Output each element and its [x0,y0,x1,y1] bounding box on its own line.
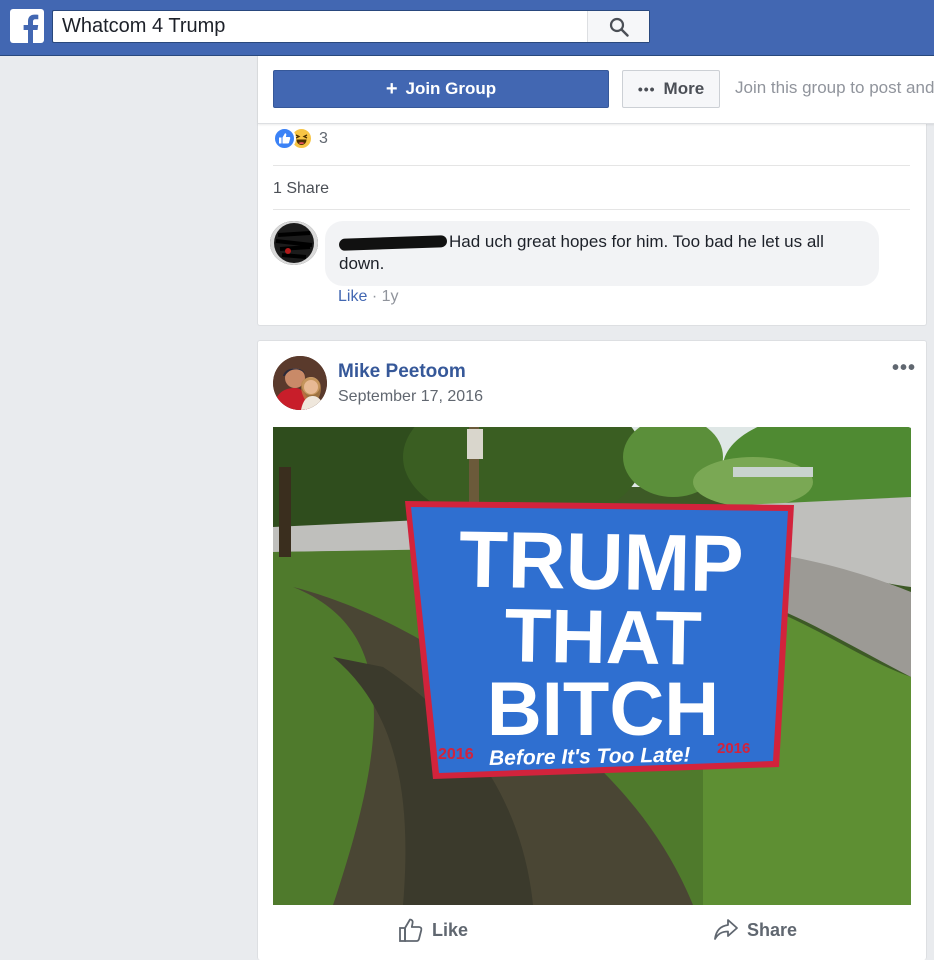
post-menu-icon[interactable]: ••• [892,357,916,380]
comment-meta: Like · 1y [338,288,399,306]
sign-year-right: 2016 [717,740,750,757]
comment-like-link[interactable]: Like [338,288,367,305]
divider [273,165,910,166]
comment-time[interactable]: 1y [382,288,399,305]
join-hint-text: Join this group to post and [735,78,934,97]
search-box[interactable]: Whatcom 4 Trump [52,10,650,43]
post-action-bar: Like Share [258,909,928,953]
commenter-avatar[interactable] [270,221,318,265]
more-dots-icon: ••• [637,81,656,97]
post-author-name[interactable]: Mike Peetoom [338,361,466,383]
share-count-link[interactable]: 1 Share [273,180,329,198]
share-arrow-icon [714,919,738,940]
more-button[interactable]: ••• More [622,70,720,108]
sign-year-left: 2016 [438,746,474,763]
previous-post-card: + Join Group ••• More Join this group to… [257,56,934,326]
thumbs-up-icon [399,918,423,942]
share-button[interactable]: Share [713,917,797,943]
more-label: More [663,79,705,98]
plus-icon: + [385,78,398,100]
top-navigation-bar: Whatcom 4 Trump [0,0,934,56]
like-reaction-icon [273,127,296,150]
join-group-label: Join Group [405,79,497,98]
author-avatar[interactable] [273,356,327,410]
facebook-logo-icon[interactable] [10,9,44,43]
meta-separator: · [371,288,378,305]
post-date[interactable]: September 17, 2016 [338,388,483,406]
search-icon [609,17,629,37]
reaction-count: 3 [319,129,328,147]
group-action-bar: + Join Group ••• More Join this group to… [258,56,934,124]
reactions-summary[interactable]: 3 [273,127,328,150]
like-button[interactable]: Like [398,917,468,943]
sign-line-3: BITCH [487,667,719,752]
join-group-button[interactable]: + Join Group [273,70,609,108]
search-button[interactable] [587,11,649,42]
post-photo[interactable]: TRUMP THAT BITCH 2016 Before It's Too La… [273,427,911,905]
like-label: Like [432,919,469,940]
yard-sign: TRUMP THAT BITCH 2016 Before It's Too La… [405,501,794,779]
search-input[interactable]: Whatcom 4 Trump [53,15,587,38]
share-label: Share [747,919,798,940]
sign-tagline: Before It's Too Late! [489,743,691,770]
redacted-name [338,234,448,251]
divider [273,209,910,210]
comment-bubble: Had uch great hopes for him. Too bad he … [325,221,879,286]
post-card: Mike Peetoom September 17, 2016 ••• TRUM… [257,340,927,960]
